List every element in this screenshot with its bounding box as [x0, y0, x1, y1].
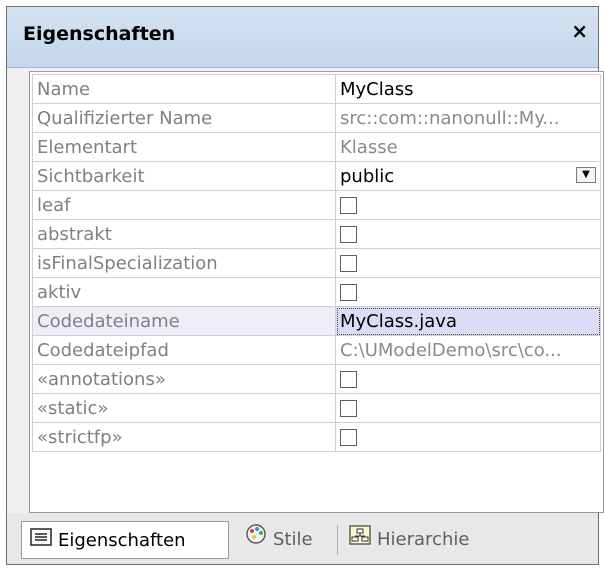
- tab-stile[interactable]: Stile: [237, 521, 313, 559]
- property-label: «annotations»: [32, 364, 336, 394]
- strictfp-checkbox[interactable]: [340, 429, 357, 446]
- property-label: leaf: [32, 190, 336, 220]
- checkbox-cell: [335, 219, 601, 249]
- property-label: «static»: [32, 393, 336, 423]
- tab-label: Stile: [273, 529, 313, 550]
- property-label: aktiv: [32, 277, 336, 307]
- property-row-strictfp[interactable]: «strictfp»: [32, 422, 601, 452]
- dropdown-arrow-icon[interactable]: ▼: [576, 167, 596, 183]
- checkbox-cell: [335, 248, 601, 278]
- property-row-name[interactable]: Name MyClass: [32, 74, 601, 104]
- element-kind-value: Klasse: [335, 132, 601, 162]
- tab-label: Hierarchie: [377, 529, 470, 550]
- property-grid: Name MyClass Qualifizierter Name src::co…: [29, 71, 604, 513]
- property-label: Sichtbarkeit: [32, 161, 336, 191]
- property-row-static[interactable]: «static»: [32, 393, 601, 423]
- checkbox-cell: [335, 422, 601, 452]
- property-row-is-final-specialization[interactable]: isFinalSpecialization: [32, 248, 601, 278]
- code-file-path-value: C:\UModelDemo\src\co...: [335, 335, 601, 365]
- property-row-visibility[interactable]: Sichtbarkeit public ▼: [32, 161, 601, 191]
- property-label: Qualifizierter Name: [32, 103, 336, 133]
- close-icon[interactable]: ×: [571, 19, 588, 43]
- property-label: isFinalSpecialization: [32, 248, 336, 278]
- property-label: Codedateipfad: [32, 335, 336, 365]
- checkbox-cell: [335, 393, 601, 423]
- checkbox-cell: [335, 364, 601, 394]
- abstract-checkbox[interactable]: [340, 226, 357, 243]
- property-row-code-file-path[interactable]: Codedateipfad C:\UModelDemo\src\co...: [32, 335, 601, 365]
- property-row-abstract[interactable]: abstrakt: [32, 219, 601, 249]
- properties-panel: Eigenschaften × Name MyClass Qualifizier…: [6, 6, 604, 565]
- qualified-name-value: src::com::nanonull::My...: [335, 103, 601, 133]
- tab-eigenschaften[interactable]: Eigenschaften: [21, 521, 229, 559]
- property-row-qualified-name[interactable]: Qualifizierter Name src::com::nanonull::…: [32, 103, 601, 133]
- active-checkbox[interactable]: [340, 284, 357, 301]
- tab-bar: Eigenschaften Stile Hierarchie: [7, 513, 598, 564]
- property-row-active[interactable]: aktiv: [32, 277, 601, 307]
- tab-hierarchie[interactable]: Hierarchie: [341, 521, 469, 559]
- property-row-leaf[interactable]: leaf: [32, 190, 601, 220]
- annotations-checkbox[interactable]: [340, 371, 357, 388]
- property-label: Name: [32, 74, 336, 104]
- palette-icon: [245, 521, 267, 559]
- properties-icon: [30, 522, 52, 560]
- tab-label: Eigenschaften: [58, 530, 186, 551]
- static-checkbox[interactable]: [340, 400, 357, 417]
- property-label: Elementart: [32, 132, 336, 162]
- panel-title: Eigenschaften: [23, 23, 176, 45]
- property-label: «strictfp»: [32, 422, 336, 452]
- property-label: Codedateiname: [32, 306, 336, 336]
- hierarchy-icon: [349, 521, 371, 559]
- property-row-element-kind[interactable]: Elementart Klasse: [32, 132, 601, 162]
- property-label: abstrakt: [32, 219, 336, 249]
- name-field[interactable]: MyClass: [335, 74, 601, 104]
- visibility-select[interactable]: public ▼: [335, 161, 601, 191]
- property-table: Name MyClass Qualifizierter Name src::co…: [32, 74, 601, 452]
- panel-titlebar: Eigenschaften ×: [7, 7, 598, 68]
- visibility-selected-value: public: [340, 165, 395, 187]
- checkbox-cell: [335, 277, 601, 307]
- property-row-code-file-name[interactable]: Codedateiname MyClass.java: [32, 306, 601, 336]
- property-row-annotations[interactable]: «annotations»: [32, 364, 601, 394]
- tab-separator: [337, 525, 338, 555]
- code-file-name-field[interactable]: MyClass.java: [335, 306, 601, 336]
- leaf-checkbox[interactable]: [340, 197, 357, 214]
- checkbox-cell: [335, 190, 601, 220]
- is-final-specialization-checkbox[interactable]: [340, 255, 357, 272]
